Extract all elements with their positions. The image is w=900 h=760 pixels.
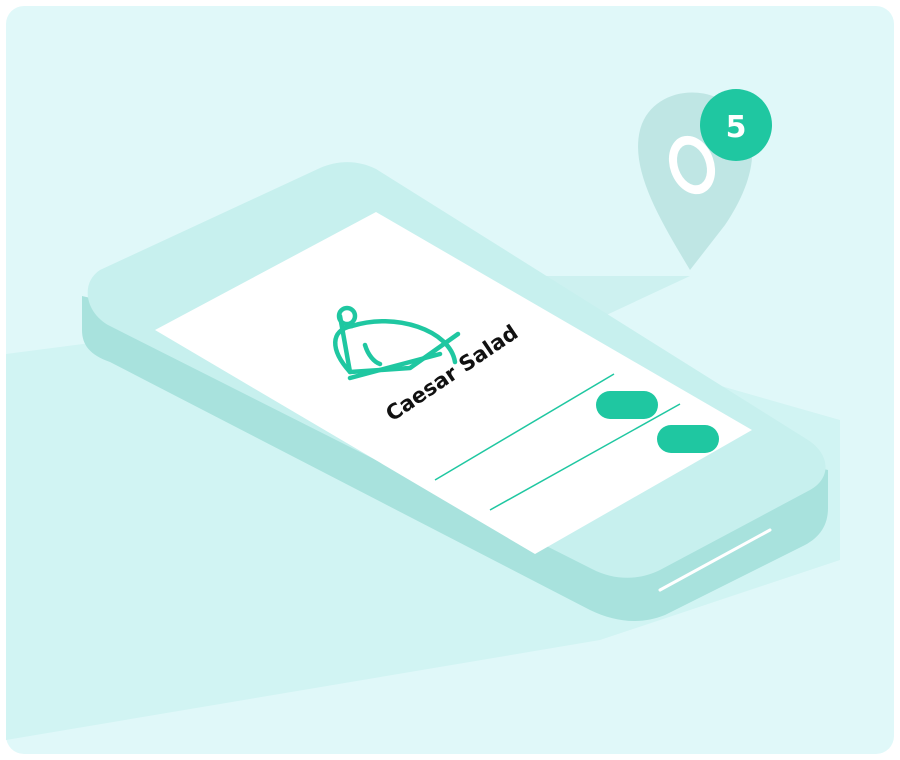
primary-button[interactable] [596,391,658,419]
notification-badge: 5 [700,89,772,161]
badge-count: 5 [726,110,747,145]
phone-illustration: 5 Caesar Salad [6,89,840,740]
secondary-button[interactable] [657,425,719,453]
